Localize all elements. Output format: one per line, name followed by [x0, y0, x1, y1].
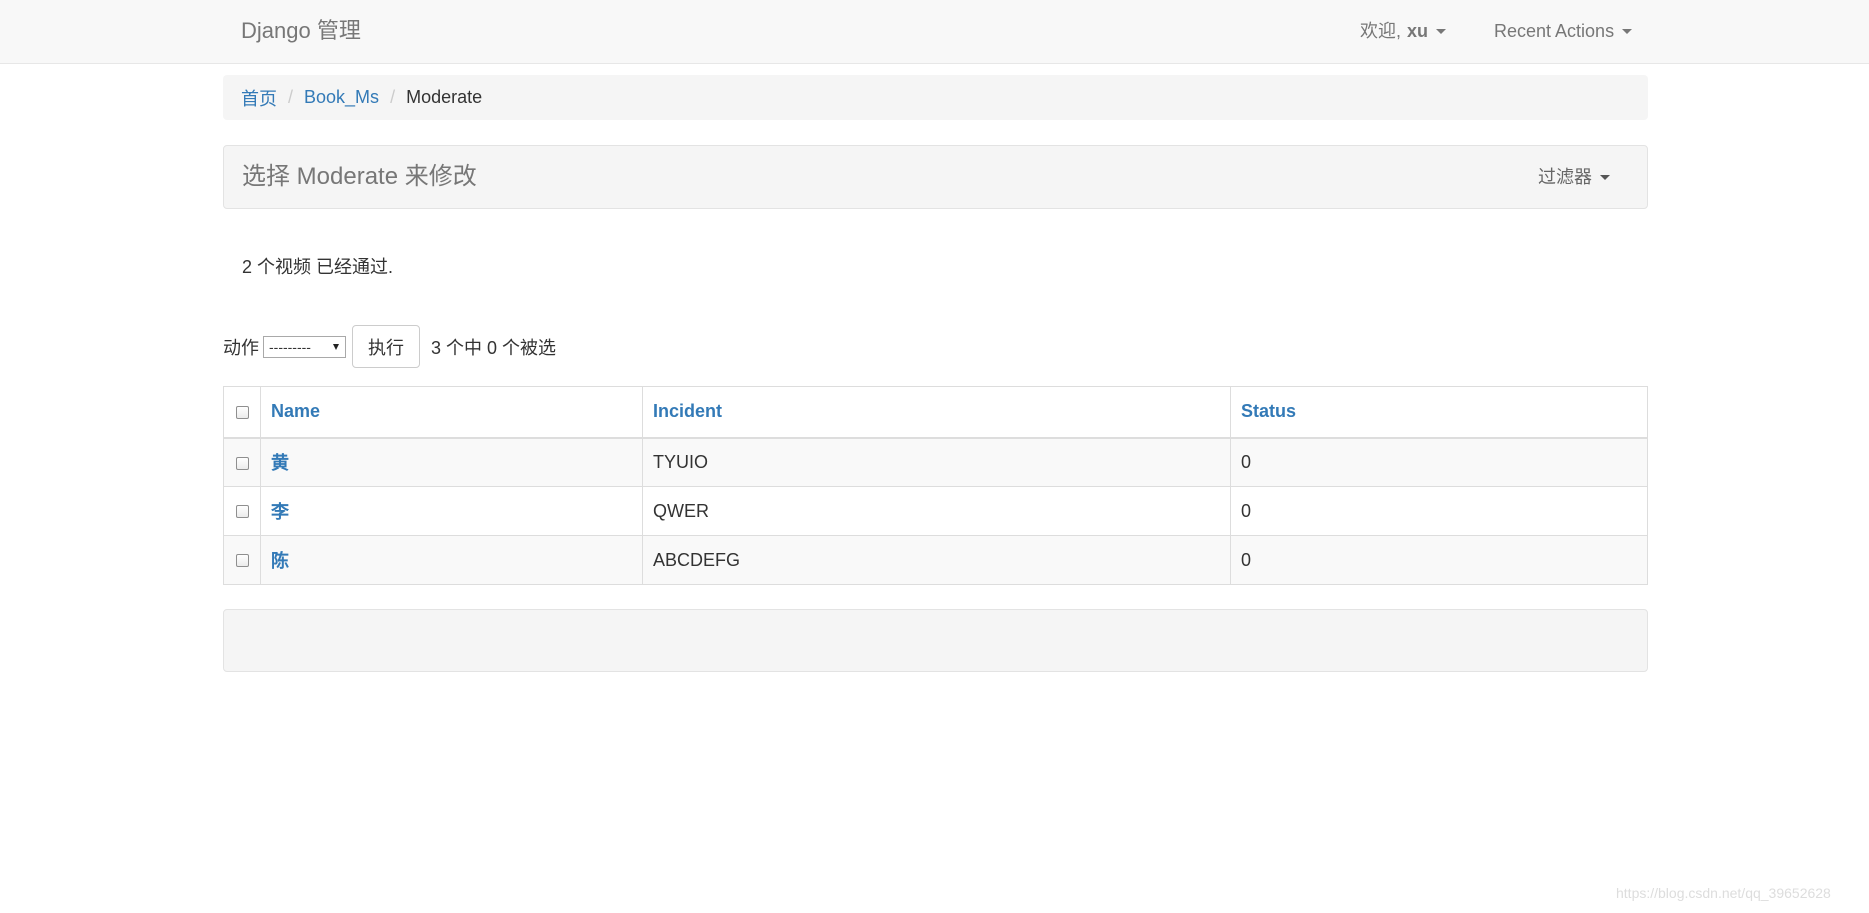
action-select[interactable]: ---------: [263, 335, 346, 358]
watermark-text: https://blog.csdn.net/qq_39652628: [1616, 885, 1831, 901]
name-cell: 陈: [260, 535, 643, 585]
select-all-checkbox[interactable]: [235, 406, 249, 419]
breadcrumb-home-link[interactable]: 首页: [241, 85, 277, 111]
incident-cell: ABCDEFG: [642, 535, 1231, 585]
results-table: Name Incident Status 黄 TYUIO 0 李 QWER 0 …: [223, 386, 1648, 585]
name-cell: 李: [260, 486, 643, 536]
recent-actions-label: Recent Actions: [1494, 21, 1615, 41]
run-action-button[interactable]: 执行: [352, 325, 420, 368]
filter-label: 过滤器: [1538, 167, 1592, 187]
breadcrumb-separator: /: [390, 87, 396, 107]
select-arrow-icon: [333, 343, 339, 350]
row-select-cell: [223, 437, 261, 487]
sort-status-link[interactable]: Status: [1241, 401, 1296, 421]
brand-title[interactable]: Django 管理: [241, 17, 361, 45]
column-header-name: Name: [260, 386, 643, 439]
action-select-value: ---------: [269, 338, 311, 355]
user-menu[interactable]: 欢迎, xu: [1360, 20, 1447, 42]
status-cell: 0: [1230, 437, 1648, 487]
row-select-cell: [223, 486, 261, 536]
row-name-link[interactable]: 黄: [271, 453, 289, 473]
actions-bar: 动作 --------- 执行 3 个中 0 个被选: [223, 325, 556, 368]
caret-down-icon: [1436, 28, 1447, 34]
success-message: 2 个视频 已经通过.: [242, 257, 394, 277]
row-checkbox[interactable]: [235, 505, 249, 519]
table-row: 黄 TYUIO 0: [223, 437, 1648, 487]
row-name-link[interactable]: 李: [271, 502, 289, 522]
row-name-link[interactable]: 陈: [271, 551, 289, 571]
username: xu: [1407, 21, 1429, 41]
table-row: 李 QWER 0: [223, 486, 1648, 536]
caret-down-icon: [1600, 174, 1610, 180]
select-all-cell: [223, 386, 261, 439]
column-header-incident: Incident: [642, 386, 1231, 439]
recent-actions-menu[interactable]: Recent Actions: [1494, 20, 1633, 42]
page-title: 选择 Moderate 来修改: [242, 163, 477, 190]
breadcrumb-current: Moderate: [406, 87, 483, 107]
breadcrumb-app-link[interactable]: Book_Ms: [304, 87, 379, 108]
breadcrumb: 首页 / Book_Ms / Moderate: [223, 75, 1648, 120]
status-cell: 0: [1230, 486, 1648, 536]
sort-name-link[interactable]: Name: [271, 401, 320, 421]
pagination-footer-panel: [223, 609, 1648, 672]
status-cell: 0: [1230, 535, 1648, 585]
row-checkbox[interactable]: [235, 554, 249, 568]
caret-down-icon: [1622, 28, 1633, 34]
filter-dropdown-button[interactable]: 过滤器: [1538, 166, 1610, 188]
welcome-label: 欢迎,: [1360, 21, 1402, 41]
table-header-row: Name Incident Status: [223, 386, 1648, 439]
name-cell: 黄: [260, 437, 643, 487]
row-select-cell: [223, 535, 261, 585]
changelist-header-panel: 选择 Moderate 来修改 过滤器: [223, 145, 1648, 209]
selection-counter: 3 个中 0 个被选: [431, 337, 557, 358]
breadcrumb-separator: /: [288, 87, 294, 107]
table-row: 陈 ABCDEFG 0: [223, 535, 1648, 585]
column-header-status: Status: [1230, 386, 1648, 439]
top-navbar: Django 管理 欢迎, xu Recent Actions: [0, 0, 1869, 64]
incident-cell: TYUIO: [642, 437, 1231, 487]
sort-incident-link[interactable]: Incident: [653, 401, 722, 421]
action-label: 动作: [223, 337, 259, 358]
incident-cell: QWER: [642, 486, 1231, 536]
row-checkbox[interactable]: [235, 456, 249, 470]
